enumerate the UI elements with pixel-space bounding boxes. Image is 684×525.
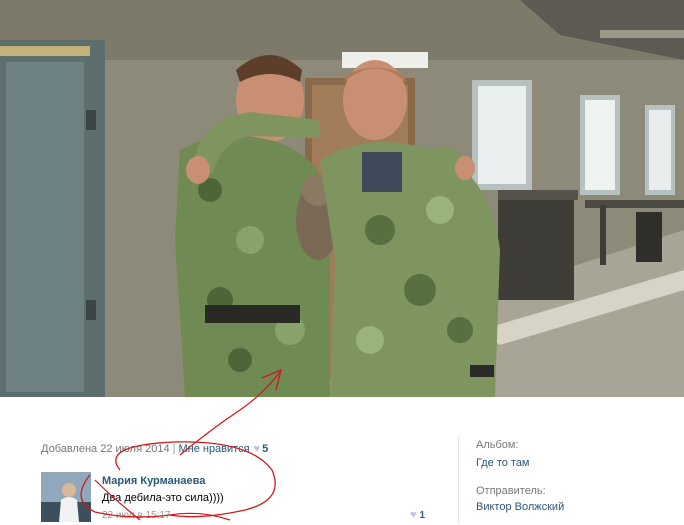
photo-illustration — [0, 0, 684, 397]
sender-label: Отправитель: — [476, 485, 546, 497]
comment-author-link[interactable]: Мария Курманаева — [102, 475, 205, 487]
like-button[interactable]: Мне нравится — [178, 443, 249, 455]
comment-item: Мария Курманаева Два дебила-это сила))))… — [41, 472, 441, 522]
comment-date[interactable]: 22 июл в 15:17 — [102, 510, 171, 521]
photo-sidebar: Альбом: Где то там Отправитель: Виктор В… — [476, 439, 676, 513]
like-count[interactable]: 5 — [262, 443, 268, 455]
avatar-image — [41, 472, 91, 522]
heart-icon[interactable]: ♥ — [254, 443, 261, 455]
album-link[interactable]: Где то там — [476, 457, 676, 469]
comment-text: Два дебила-это сила)))) — [102, 492, 224, 504]
heart-icon: ♥ — [410, 509, 417, 521]
comment-like-count: 1 — [419, 510, 426, 521]
added-date: Добавлена 22 июля 2014 — [41, 443, 170, 455]
album-label: Альбом: — [476, 439, 519, 451]
photo-meta: Добавлена 22 июля 2014 | Мне нравится ♥ 5 — [41, 443, 441, 455]
comment-like-button[interactable]: ♥ 1 — [406, 509, 425, 521]
sidebar-divider — [458, 437, 459, 523]
avatar[interactable] — [41, 472, 91, 522]
sender-link[interactable]: Виктор Волжский — [476, 501, 676, 513]
meta-separator: | — [172, 443, 176, 455]
photo-viewer-image[interactable] — [0, 0, 684, 397]
